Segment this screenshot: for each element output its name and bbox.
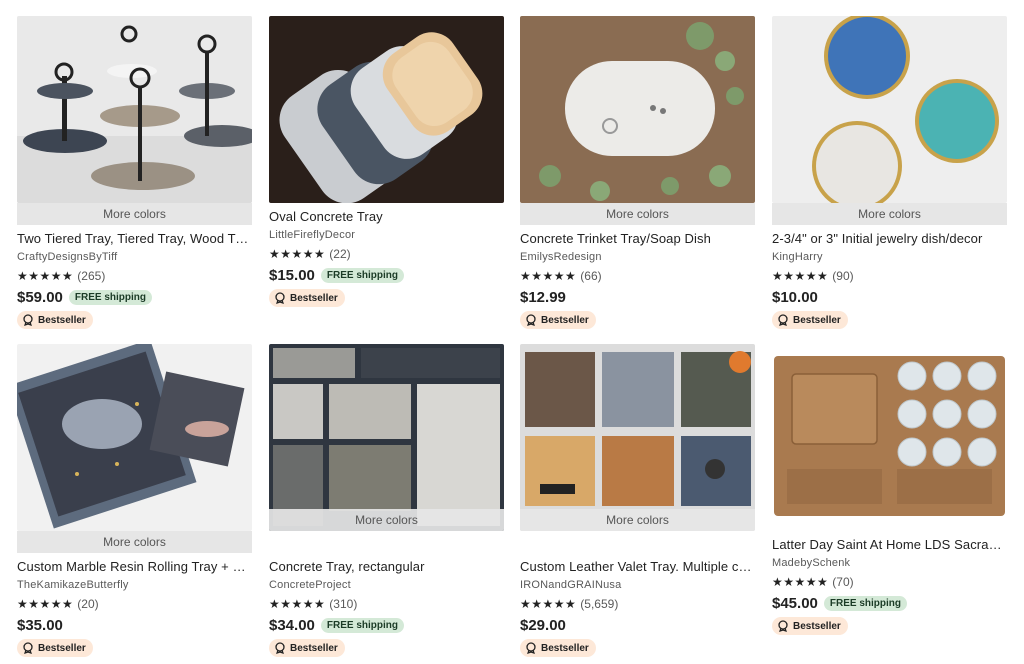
listing-title[interactable]: Two Tiered Tray, Tiered Tray, Wood Tray [17,231,252,246]
more-colors-label: More colors [772,203,1007,225]
listing-card[interactable]: More colors Two Tiered Tray, Tiered Tray… [17,16,252,331]
bestseller-icon [525,642,537,654]
price: $12.99 [520,288,566,306]
listing-image[interactable] [269,16,504,203]
shop-name[interactable]: IRONandGRAINusa [520,579,755,591]
more-colors-label: More colors [17,203,252,225]
price: $10.00 [772,288,818,306]
shop-name[interactable]: LittleFireflyDecor [269,229,504,241]
listing-title[interactable]: Latter Day Saint At Home LDS Sacrament T… [772,537,1007,552]
bestseller-badge: Bestseller [269,289,345,307]
listing-title[interactable]: Oval Concrete Tray [269,209,504,224]
shop-name[interactable]: CraftyDesignsByTiff [17,251,252,263]
bestseller-icon [274,642,286,654]
bestseller-icon [22,642,34,654]
review-count: (310) [329,597,358,611]
star-rating-icon: ★★★★★ [520,269,577,283]
listing-card[interactable]: More colors Custom Leather Valet Tray. M… [520,344,755,659]
more-colors-label: More colors [269,509,504,531]
listing-title[interactable]: Concrete Trinket Tray/Soap Dish [520,231,755,246]
shop-name[interactable]: KingHarry [772,251,1007,263]
price: $34.00 [269,616,315,634]
bestseller-badge: Bestseller [520,311,596,329]
listing-title[interactable]: Custom Leather Valet Tray. Multiple colo… [520,559,755,574]
bestseller-badge: Bestseller [772,617,848,635]
listing-card[interactable]: More colors 2-3/4" or 3" Initial jewelry… [772,16,1007,331]
star-rating-icon: ★★★★★ [17,597,74,611]
bestseller-icon [777,314,789,326]
listing-title[interactable]: 2-3/4" or 3" Initial jewelry dish/decor [772,231,1007,246]
listing-image[interactable]: More colors [269,344,504,531]
bestseller-badge: Bestseller [772,311,848,329]
bestseller-badge: Bestseller [17,639,93,657]
review-count: (70) [832,575,854,589]
more-colors-label: More colors [17,531,252,553]
shop-name[interactable]: MadebySchenk [772,557,1007,569]
bestseller-badge: Bestseller [520,639,596,657]
listing-card[interactable]: More colors Concrete Trinket Tray/Soap D… [520,16,755,331]
bestseller-icon [274,292,286,304]
bestseller-label: Bestseller [38,642,86,654]
bestseller-label: Bestseller [290,292,338,304]
bestseller-label: Bestseller [290,642,338,654]
review-count: (5,659) [580,597,619,611]
listing-image[interactable] [17,344,252,531]
bestseller-label: Bestseller [793,314,841,326]
price: $45.00 [772,594,818,612]
star-rating-icon: ★★★★★ [17,269,74,283]
review-count: (66) [580,269,602,283]
star-rating-icon: ★★★★★ [269,597,326,611]
more-colors-label: More colors [520,203,755,225]
bestseller-label: Bestseller [793,620,841,632]
bestseller-icon [777,620,789,632]
shop-name[interactable]: EmilysRedesign [520,251,755,263]
review-count: (265) [77,269,106,283]
listing-image[interactable] [772,16,1007,203]
free-shipping-badge: FREE shipping [68,289,152,305]
bestseller-label: Bestseller [38,314,86,326]
bestseller-badge: Bestseller [17,311,93,329]
star-rating-icon: ★★★★★ [520,597,577,611]
price: $29.00 [520,616,566,634]
bestseller-icon [525,314,537,326]
listing-card[interactable]: More colors Custom Marble Resin Rolling … [17,344,252,659]
star-rating-icon: ★★★★★ [772,269,829,283]
bestseller-label: Bestseller [541,314,589,326]
listing-image[interactable]: More colors [520,344,755,531]
listing-image[interactable] [520,16,755,203]
free-shipping-badge: FREE shipping [320,617,404,633]
listing-image[interactable] [772,344,1007,527]
listing-title[interactable]: Custom Marble Resin Rolling Tray + Coast… [17,559,252,574]
shop-name[interactable]: TheKamikazeButterfly [17,579,252,591]
listing-card[interactable]: Oval Concrete Tray LittleFireflyDecor ★★… [269,16,504,309]
more-colors-label: More colors [520,509,755,531]
star-rating-icon: ★★★★★ [772,575,829,589]
free-shipping-badge: FREE shipping [823,595,907,611]
review-count: (22) [329,247,351,261]
listing-image[interactable] [17,16,252,203]
star-rating-icon: ★★★★★ [269,247,326,261]
listing-card[interactable]: More colors Concrete Tray, rectangular C… [269,344,504,659]
bestseller-icon [22,314,34,326]
price: $15.00 [269,266,315,284]
bestseller-label: Bestseller [541,642,589,654]
free-shipping-badge: FREE shipping [320,267,404,283]
price: $35.00 [17,616,63,634]
review-count: (90) [832,269,854,283]
listing-card[interactable]: Latter Day Saint At Home LDS Sacrament T… [772,344,1007,637]
bestseller-badge: Bestseller [269,639,345,657]
shop-name[interactable]: ConcreteProject [269,579,504,591]
listing-title[interactable]: Concrete Tray, rectangular [269,559,504,574]
review-count: (20) [77,597,99,611]
price: $59.00 [17,288,63,306]
